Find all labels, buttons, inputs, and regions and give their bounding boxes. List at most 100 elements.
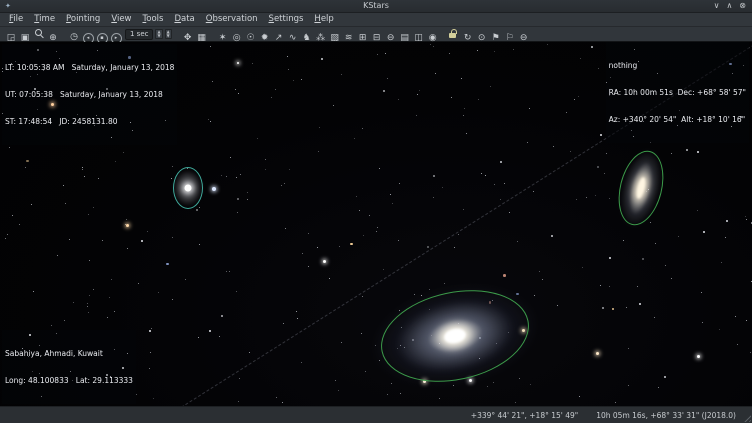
star [7, 234, 8, 235]
star [429, 289, 430, 290]
star [464, 108, 465, 109]
star [127, 248, 128, 249]
star [610, 77, 611, 78]
time-infobox[interactable]: LT: 10:05:38 AM Saturday, January 13, 20… [2, 44, 177, 145]
bright-star [126, 224, 129, 227]
star [362, 128, 363, 129]
star [114, 349, 115, 350]
star [597, 166, 599, 168]
bright-star [212, 187, 216, 191]
star [458, 234, 459, 235]
star [503, 274, 506, 277]
star [609, 95, 610, 96]
star [296, 311, 297, 312]
star [463, 209, 464, 210]
star [39, 345, 40, 346]
star [293, 80, 294, 81]
location-infobox[interactable]: Sabahiya, Ahmadi, Kuwait Long: 48.100833… [2, 330, 136, 404]
star [671, 278, 672, 279]
star [70, 371, 71, 372]
star [442, 187, 443, 188]
bright-star [237, 62, 239, 64]
close-icon[interactable]: ⊗ [739, 0, 746, 12]
star [25, 167, 26, 168]
star [634, 49, 635, 50]
minimize-icon[interactable]: ∨ [714, 0, 720, 12]
star [210, 121, 211, 122]
star [127, 353, 128, 354]
time-step-widget[interactable]: 1 sec ▲▼ ▲▼ [125, 29, 172, 40]
find-object-icon[interactable] [34, 28, 45, 40]
star [265, 159, 266, 160]
focus-infobox[interactable]: nothing RA: 10h 00m 51s Dec: +68° 58' 57… [606, 42, 749, 143]
star [111, 279, 112, 280]
local-time-line: LT: 10:05:38 AM Saturday, January 13, 20… [5, 63, 174, 72]
star [490, 86, 491, 87]
star [383, 269, 384, 270]
star [33, 291, 34, 292]
star [166, 263, 169, 266]
star [26, 160, 29, 163]
focus-azalt-line: Az: +340° 20' 54" Alt: +18° 10' 16" [609, 115, 746, 124]
star [185, 279, 186, 280]
star [654, 317, 655, 318]
star [735, 316, 736, 317]
star [444, 283, 445, 284]
star [398, 99, 399, 100]
galaxy-small-round-outline [173, 167, 203, 209]
star [664, 376, 666, 378]
star [576, 199, 577, 200]
main-toolbar: ◲▣⊕ ◷◂▪▸ 1 sec ▲▼ ▲▼ ✥▦ ✶◎☉✹↗∿♞⁂▧≋⊞⊟⊖▤◫◉… [0, 27, 752, 42]
sky-map[interactable]: LT: 10:05:38 AM Saturday, January 13, 20… [0, 42, 752, 406]
star [172, 166, 173, 167]
star [628, 348, 629, 349]
star [9, 147, 10, 148]
star [136, 394, 137, 395]
star [642, 258, 644, 260]
time-step-unit-spinner[interactable]: ▲▼ [155, 29, 162, 39]
maximize-icon[interactable]: ∧ [726, 0, 732, 12]
time-step-spinner[interactable]: ▲▼ [165, 29, 172, 39]
star [515, 402, 516, 403]
statusbar-radec: 10h 05m 16s, +68° 33' 31" (J2018.0) [596, 411, 736, 420]
toolbar-separator [209, 28, 216, 40]
star [31, 204, 32, 205]
star [271, 97, 272, 98]
lock-icon[interactable] [448, 28, 459, 40]
title-bar[interactable]: ✦ KStars ∨ ∧ ⊗ [0, 0, 752, 13]
star [69, 239, 70, 240]
star [732, 73, 733, 74]
star [252, 63, 253, 64]
star [130, 122, 131, 123]
star [282, 402, 283, 403]
star [517, 241, 518, 242]
star [172, 237, 173, 238]
star [37, 109, 38, 110]
star [238, 93, 239, 94]
star [128, 56, 131, 59]
resize-grip[interactable] [742, 413, 751, 422]
star [504, 183, 505, 184]
statusbar-azalt: +339° 44' 21", +18° 15' 49" [471, 411, 578, 420]
star [96, 115, 97, 116]
star [335, 380, 336, 381]
star [199, 207, 200, 208]
star [595, 195, 596, 196]
star [2, 113, 3, 114]
star [107, 317, 108, 318]
star [199, 244, 200, 245]
star [365, 371, 366, 372]
star [28, 356, 29, 357]
toolbar-separator [174, 28, 181, 40]
star [87, 303, 88, 304]
star [171, 178, 172, 179]
star [493, 382, 494, 383]
star [580, 58, 581, 59]
star [93, 207, 94, 208]
menu-tools[interactable]: Tools [138, 13, 169, 26]
star [574, 99, 575, 100]
star [247, 192, 248, 193]
star [115, 161, 116, 162]
star [138, 283, 139, 284]
time-step-value[interactable]: 1 sec [125, 29, 153, 40]
